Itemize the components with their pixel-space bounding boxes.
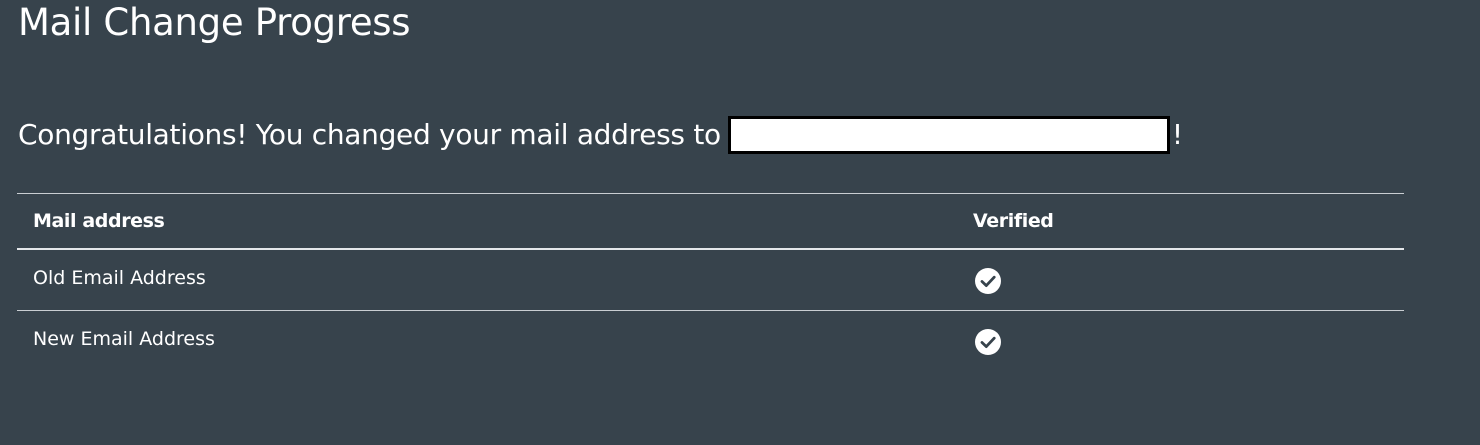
check-circle-icon [975,268,1001,294]
mail-verification-table: Mail address Verified Old Email Address … [17,193,1404,371]
congratulations-suffix: ! [1171,118,1183,151]
old-email-address-label: Old Email Address [33,267,206,289]
page-title: Mail Change Progress [18,1,411,44]
congratulations-message: Congratulations! You changed your mail a… [18,115,1183,155]
congratulations-text: Congratulations! You changed your mail a… [18,118,721,151]
table-header-row: Mail address Verified [17,194,1404,250]
new-email-address-label: New Email Address [33,328,215,350]
column-header-mail-address: Mail address [33,210,165,232]
column-header-verified: Verified [973,210,1054,232]
table-row: Old Email Address [17,250,1404,311]
check-circle-icon [975,329,1001,355]
redacted-email-box [727,116,1170,154]
table-row: New Email Address [17,311,1404,371]
